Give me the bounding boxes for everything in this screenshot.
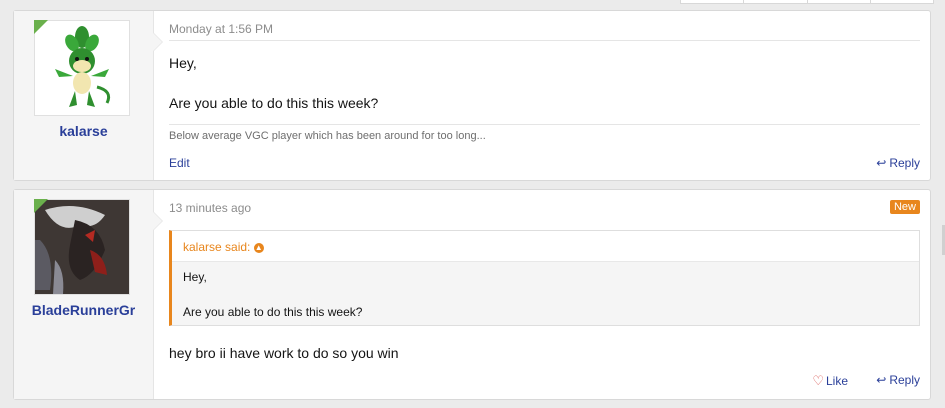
dark-character-avatar-icon xyxy=(35,200,129,294)
reply-button[interactable]: ↩ Reply xyxy=(876,156,920,170)
signature: Below average VGC player which has been … xyxy=(169,130,486,142)
reply-button[interactable]: ↩ Reply xyxy=(876,373,920,387)
user-cell: kalarse xyxy=(14,11,154,180)
new-badge: New xyxy=(889,200,920,214)
divider xyxy=(169,124,920,125)
quote-line: Hey, xyxy=(183,270,207,284)
reply-icon: ↩ xyxy=(876,373,887,387)
reply-icon: ↩ xyxy=(876,156,887,170)
online-indicator xyxy=(34,199,48,213)
post-main: Monday at 1:56 PM Hey, Are you able to d… xyxy=(169,11,920,180)
username[interactable]: kalarse xyxy=(14,123,153,139)
message-line: Hey, xyxy=(169,55,197,71)
post-kalarse: kalarse Monday at 1:56 PM Hey, Are you a… xyxy=(13,10,931,181)
post-date[interactable]: Monday at 1:56 PM xyxy=(169,22,273,36)
quote-header[interactable]: kalarse said: ▲ xyxy=(172,231,919,262)
edit-button[interactable]: Edit xyxy=(169,156,190,170)
like-label: Like xyxy=(825,374,848,388)
post-bladerunnergr: BladeRunnerGr 13 minutes ago New kalarse… xyxy=(13,189,931,400)
reply-label: Reply xyxy=(889,156,920,170)
bubble-arrow-fill xyxy=(153,33,162,51)
arrow-up-circle-icon[interactable]: ▲ xyxy=(253,242,264,253)
avatar[interactable] xyxy=(34,199,130,295)
heart-icon: ♡ xyxy=(812,373,824,388)
reply-label: Reply xyxy=(889,373,920,387)
quote-author: kalarse said: xyxy=(183,240,251,254)
quote-block: kalarse said: ▲ Hey, Are you able to do … xyxy=(169,230,920,326)
post-message: hey bro ii have work to do so you win xyxy=(169,345,399,361)
like-button[interactable]: ♡ Like xyxy=(812,373,848,389)
message-line: Are you able to do this this week? xyxy=(169,95,379,111)
bubble-arrow-fill xyxy=(153,212,162,230)
pokemon-sprite-icon xyxy=(55,26,111,107)
divider xyxy=(169,40,920,41)
user-cell: BladeRunnerGr xyxy=(14,190,154,399)
username[interactable]: BladeRunnerGr xyxy=(14,302,153,318)
online-indicator xyxy=(34,20,48,34)
post-date[interactable]: 13 minutes ago xyxy=(169,201,251,215)
top-nav-remnant xyxy=(680,0,934,4)
post-message: Hey, Are you able to do this this week? xyxy=(169,53,378,113)
avatar[interactable] xyxy=(34,20,130,116)
post-main: 13 minutes ago New kalarse said: ▲ Hey, … xyxy=(169,190,920,399)
quote-line: Are you able to do this this week? xyxy=(183,305,363,319)
